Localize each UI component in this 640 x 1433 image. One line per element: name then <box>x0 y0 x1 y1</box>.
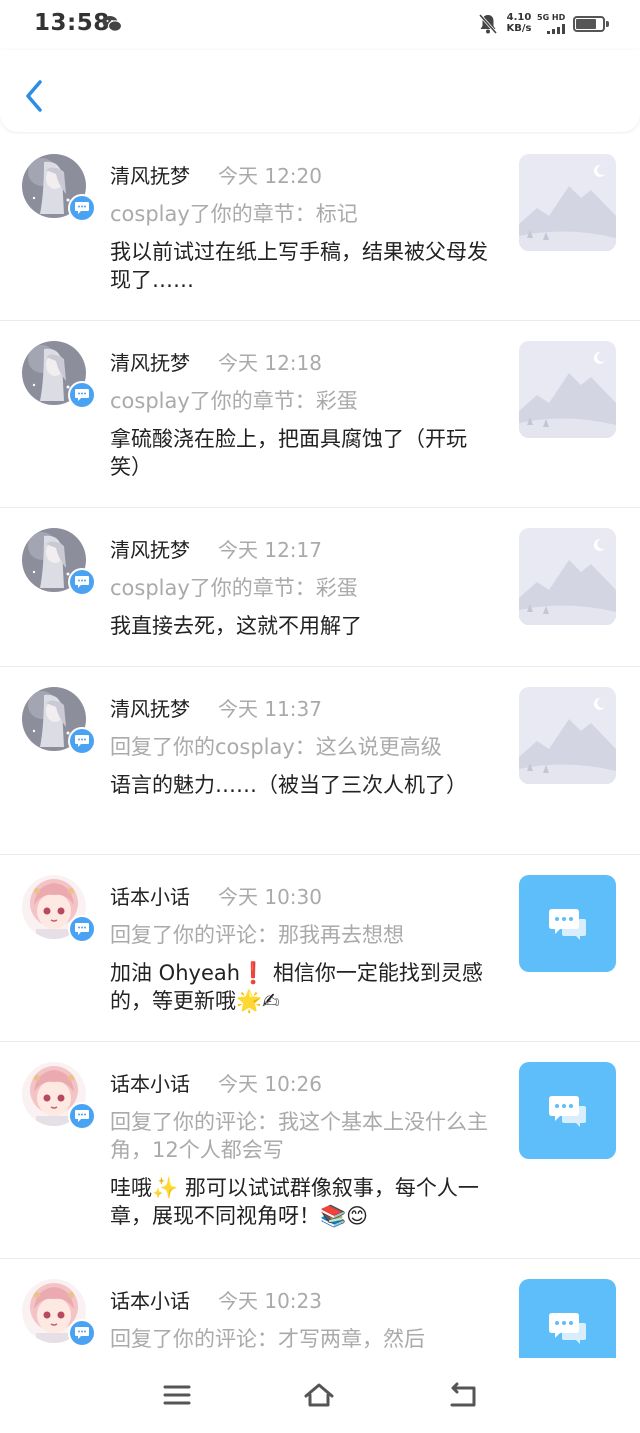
wechat-icon <box>102 16 122 32</box>
action-text: cosplay了你的章节：彩蛋 <box>110 389 358 413</box>
avatar[interactable] <box>22 528 96 596</box>
comment-badge-icon <box>68 568 96 596</box>
message-content: 拿硫酸浇在脸上，把面具腐蚀了（开玩笑） <box>110 427 467 479</box>
image-placeholder-icon <box>519 341 616 438</box>
avatar[interactable] <box>22 341 96 409</box>
mute-bell-icon <box>478 14 498 34</box>
chapter-thumbnail[interactable] <box>519 528 616 625</box>
message-item[interactable]: 话本小话 今天 10:23 回复了你的评论：才写两章，然后 <box>0 1259 640 1358</box>
chapter-thumbnail[interactable] <box>519 687 616 784</box>
comment-thumbnail[interactable] <box>519 1279 616 1358</box>
message-item[interactable]: 清风抚梦 今天 12:17 cosplay了你的章节：彩蛋 我直接去死，这就不用解了 <box>0 508 640 667</box>
image-placeholder-icon <box>519 528 616 625</box>
message-content: 语言的魅力……（被当了三次人机了） <box>110 773 467 797</box>
user-name[interactable]: 清风抚梦 <box>110 693 190 722</box>
message-content: 加油 Ohyeah❗ 相信你一定能找到灵感的，等更新哦🌟✍ <box>110 961 483 1013</box>
action-text: 回复了你的评论：我这个基本上没什么主角，12个人都会写 <box>110 1110 488 1162</box>
comment-badge-icon <box>68 194 96 222</box>
back-return-icon[interactable] <box>446 1380 480 1410</box>
chevron-left-icon[interactable] <box>18 76 52 116</box>
chapter-thumbnail[interactable] <box>519 154 616 251</box>
message-item[interactable]: 话本小话 今天 10:26 回复了你的评论：我这个基本上没什么主角，12个人都会写哇… <box>0 1042 640 1259</box>
action-text: cosplay了你的章节：标记 <box>110 202 358 226</box>
comment-thumbnail[interactable] <box>519 1062 616 1159</box>
image-placeholder-icon <box>519 154 616 251</box>
net-speed-value: 4.10 <box>506 12 532 23</box>
message-item[interactable]: 话本小话 今天 10:30 回复了你的评论：那我再去想想加油 Ohyeah❗ 相信你… <box>0 855 640 1042</box>
message-content: 我直接去死，这就不用解了 <box>110 614 362 638</box>
message-time: 今天 10:30 <box>218 885 322 909</box>
net-speed: 4.10 KB/s <box>504 12 534 34</box>
comment-badge-icon <box>68 381 96 409</box>
comment-icon <box>548 1312 586 1344</box>
comment-thumbnail[interactable] <box>519 875 616 972</box>
user-name[interactable]: 话本小话 <box>110 881 190 910</box>
message-item[interactable]: 清风抚梦 今天 11:37 回复了你的cosplay：这么说更高级语言的魅力……（被… <box>0 667 640 855</box>
user-name[interactable]: 清风抚梦 <box>110 534 190 563</box>
comment-badge-icon <box>68 1102 96 1130</box>
message-time: 今天 10:26 <box>218 1072 322 1096</box>
user-name[interactable]: 话本小话 <box>110 1068 190 1097</box>
avatar[interactable] <box>22 687 96 755</box>
network-type: 5G HD <box>537 13 567 22</box>
user-name[interactable]: 话本小话 <box>110 1285 190 1314</box>
signal-icon <box>547 24 565 34</box>
message-list[interactable]: 清风抚梦 今天 12:20 cosplay了你的章节：标记我以前试过在纸上写手稿，结… <box>0 134 640 1358</box>
user-name[interactable]: 清风抚梦 <box>110 347 190 376</box>
message-time: 今天 12:17 <box>218 538 322 562</box>
net-speed-unit: KB/s <box>506 23 532 34</box>
header <box>0 50 640 132</box>
user-name[interactable]: 清风抚梦 <box>110 160 190 189</box>
comment-icon <box>548 908 586 940</box>
message-time: 今天 12:18 <box>218 351 322 375</box>
comment-badge-icon <box>68 915 96 943</box>
status-bar: 13:58 4.10 KB/s 5G HD <box>0 0 640 50</box>
avatar[interactable] <box>22 1279 96 1347</box>
comment-badge-icon <box>68 1319 96 1347</box>
chapter-thumbnail[interactable] <box>519 341 616 438</box>
system-nav-bar <box>0 1358 640 1433</box>
message-content: 我以前试过在纸上写手稿，结果被父母发现了…… <box>110 240 488 292</box>
message-time: 今天 10:23 <box>218 1289 322 1313</box>
avatar[interactable] <box>22 875 96 943</box>
menu-icon[interactable] <box>160 1380 194 1410</box>
action-text: 回复了你的cosplay：这么说更高级 <box>110 735 442 759</box>
message-item[interactable]: 清风抚梦 今天 12:20 cosplay了你的章节：标记我以前试过在纸上写手稿，结… <box>0 134 640 321</box>
battery-fill <box>576 19 596 29</box>
comment-icon <box>548 1095 586 1127</box>
status-time: 13:58 <box>34 10 110 36</box>
image-placeholder-icon <box>519 687 616 784</box>
home-icon[interactable] <box>302 1380 336 1410</box>
message-item[interactable]: 清风抚梦 今天 12:18 cosplay了你的章节：彩蛋拿硫酸浇在脸上，把面具腐蚀… <box>0 321 640 508</box>
action-text: cosplay了你的章节：彩蛋 <box>110 576 358 600</box>
battery-tip <box>606 21 609 27</box>
message-time: 今天 11:37 <box>218 697 322 721</box>
action-text: 回复了你的评论：那我再去想想 <box>110 923 404 947</box>
avatar[interactable] <box>22 1062 96 1130</box>
message-content: 哇哦✨ 那可以试试群像叙事，每个人一章，展现不同视角呀！📚😊 <box>110 1176 479 1228</box>
message-time: 今天 12:20 <box>218 164 322 188</box>
network-type-label: 5G HD <box>537 13 566 22</box>
battery-icon <box>573 16 605 32</box>
action-text: 回复了你的评论：才写两章，然后 <box>110 1327 425 1351</box>
comment-badge-icon <box>68 727 96 755</box>
avatar[interactable] <box>22 154 96 222</box>
